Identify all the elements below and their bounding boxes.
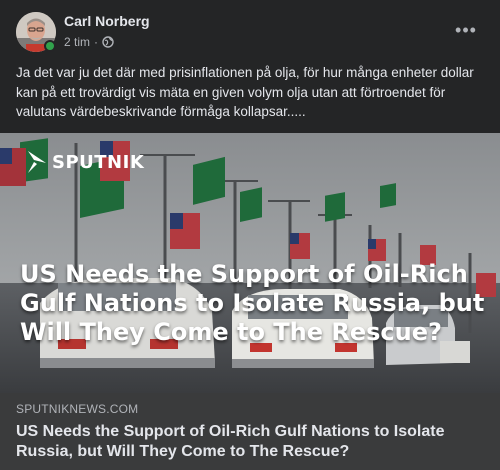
link-preview-footer[interactable]: SPUTNIKNEWS.COM US Needs the Support of …: [0, 393, 500, 470]
post-time[interactable]: 2 tim: [64, 35, 90, 49]
link-preview-image[interactable]: SPUTNIK US Needs the Support of Oil-Rich…: [0, 133, 500, 393]
brand-name: SPUTNIK: [52, 151, 145, 173]
link-title[interactable]: US Needs the Support of Oil-Rich Gulf Na…: [16, 422, 486, 462]
post-meta: 2 tim ·: [64, 35, 114, 49]
post-card: Carl Norberg 2 tim · ••• Ja det var ju d…: [0, 0, 500, 470]
more-options-icon[interactable]: •••: [450, 18, 482, 42]
sputnik-mark-icon: [28, 151, 46, 173]
globe-icon[interactable]: [102, 36, 114, 48]
post-header: Carl Norberg 2 tim · •••: [0, 0, 500, 58]
post-text: Ja det var ju det där med prisinflatione…: [16, 65, 474, 119]
author-name[interactable]: Carl Norberg: [64, 13, 150, 29]
link-domain: SPUTNIKNEWS.COM: [16, 402, 139, 416]
image-headline: US Needs the Support of Oil-Rich Gulf Na…: [20, 260, 485, 346]
online-status-dot: [44, 40, 56, 52]
sputnik-logo: SPUTNIK: [26, 149, 144, 175]
meta-separator: ·: [94, 35, 99, 49]
